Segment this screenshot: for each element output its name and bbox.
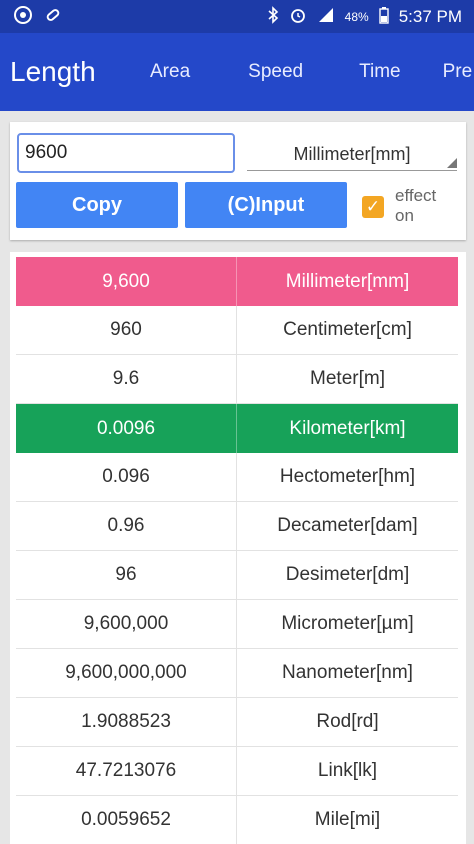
copy-button[interactable]: Copy [16, 182, 178, 228]
row-value: 47.7213076 [16, 747, 237, 795]
status-time: 5:37 PM [398, 6, 462, 26]
status-bar: 48% 5:37 PM [0, 0, 474, 33]
row-unit: Nanometer[nm] [282, 662, 413, 683]
row-value: 1.9088523 [16, 698, 237, 746]
row-unit: Desimeter[dm] [285, 564, 410, 585]
row-unit: Millimeter[mm] [285, 270, 410, 292]
table-row[interactable]: 9,600 Millimeter[mm] [16, 257, 458, 306]
row-value: 960 [16, 306, 237, 354]
table-row[interactable]: 0.096 Hectometer[hm] [16, 453, 458, 502]
row-unit: Decameter[dam] [277, 515, 418, 536]
table-row[interactable]: 0.0096 Kilometer[km] [16, 404, 458, 453]
value-input[interactable] [17, 133, 235, 173]
signal-icon [317, 7, 335, 27]
battery-icon [378, 6, 389, 28]
table-row[interactable]: 96 Desimeter[dm] [16, 551, 458, 600]
results-table: 9,600 Millimeter[mm] 960 Centimeter[cm] … [10, 252, 466, 844]
c-input-button[interactable]: (C)Input [185, 182, 347, 228]
table-row[interactable]: 1.9088523 Rod[rd] [16, 698, 458, 747]
tab-time[interactable]: Time [359, 61, 401, 83]
table-row[interactable]: 9.6 Meter[m] [16, 355, 458, 404]
tab-pressure[interactable]: Pre [443, 61, 473, 83]
converter-panel: Millimeter[mm] Copy (C)Input ✓ effect on [10, 122, 466, 240]
row-unit: Centimeter[cm] [283, 319, 412, 340]
dropdown-caret-icon [447, 158, 457, 168]
page-title: Length [10, 56, 96, 87]
unit-dropdown[interactable]: Millimeter[mm] [247, 138, 457, 171]
table-row[interactable]: 960 Centimeter[cm] [16, 306, 458, 355]
table-row[interactable]: 47.7213076 Link[lk] [16, 747, 458, 796]
row-value: 96 [16, 551, 237, 599]
table-row[interactable]: 0.96 Decameter[dam] [16, 502, 458, 551]
bluetooth-icon [267, 5, 279, 28]
row-unit: Micrometer[µm] [281, 613, 414, 634]
app-bar: Length Area Speed Time Pre [0, 33, 474, 111]
tab-area[interactable]: Area [150, 61, 190, 83]
table-row[interactable]: 0.0059652 Mile[mi] [16, 796, 458, 844]
effect-label: effect on [395, 186, 436, 226]
status-left [12, 5, 62, 28]
row-unit: Link[lk] [317, 760, 378, 781]
unit-dropdown-label: Millimeter[mm] [293, 144, 411, 164]
row-value: 9,600,000 [16, 600, 237, 648]
table-row[interactable]: 9,600,000 Micrometer[µm] [16, 600, 458, 649]
row-value: 9,600 [16, 257, 237, 306]
effect-checkbox[interactable]: ✓ [362, 196, 384, 218]
check-icon: ✓ [365, 197, 381, 216]
link-icon [44, 6, 62, 28]
row-value: 0.0059652 [16, 796, 237, 844]
row-unit: Hectometer[hm] [279, 466, 416, 487]
alarm-icon [289, 6, 307, 28]
status-right: 48% 5:37 PM [267, 5, 462, 28]
row-value: 9,600,000,000 [16, 649, 237, 697]
row-unit: Meter[m] [310, 368, 385, 389]
row-unit: Kilometer[km] [289, 417, 406, 439]
effect-label-line1: effect [395, 186, 437, 205]
effect-label-line2: on [395, 206, 414, 225]
battery-percent: 48% [344, 9, 369, 24]
row-value: 9.6 [16, 355, 237, 403]
table-row[interactable]: 9,600,000,000 Nanometer[nm] [16, 649, 458, 698]
tab-speed[interactable]: Speed [248, 61, 303, 83]
row-value: 0.96 [16, 502, 237, 550]
row-unit: Rod[rd] [316, 711, 379, 732]
row-unit: Mile[mi] [314, 809, 381, 830]
row-value: 0.0096 [16, 404, 237, 453]
app-icon [12, 5, 34, 28]
row-value: 0.096 [16, 453, 237, 501]
